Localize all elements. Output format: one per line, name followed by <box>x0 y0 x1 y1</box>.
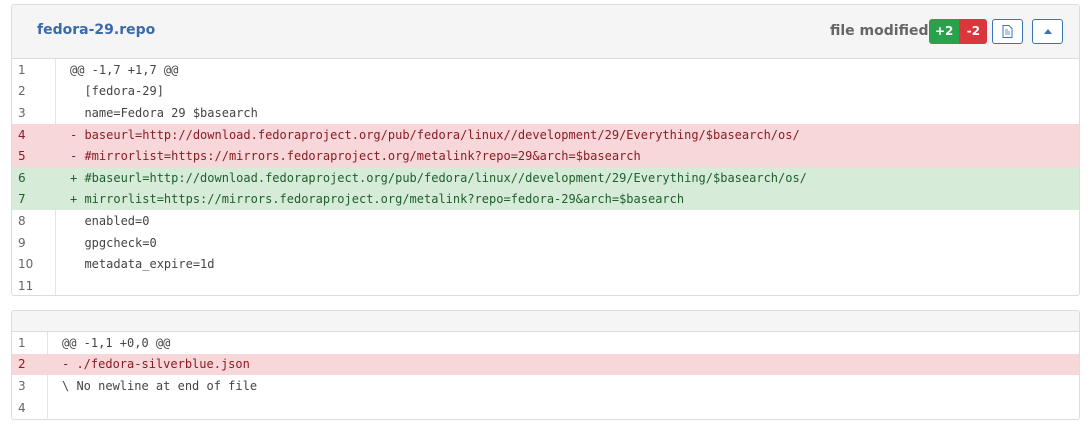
diff-line-ctx: 3 \ No newline at end of file <box>12 375 1079 397</box>
line-code: + #baseurl=http://download.fedoraproject… <box>70 170 807 185</box>
line-number: 1 <box>12 332 48 354</box>
file-diff-second: 1 @@ -1,1 +0,0 @@ 2 - ./fedora-silverblue.j… <box>11 310 1080 420</box>
diff-line-add: 6 + #baseurl=http://download.fedoraprojec… <box>12 166 1079 189</box>
diff-line-hunk: 1 @@ -1,7 +1,7 @@ <box>12 59 1079 81</box>
file-name-link[interactable]: fedora-29.repo <box>37 22 155 38</box>
line-number: 7 <box>18 192 26 207</box>
line-number: 8 <box>12 210 56 232</box>
line-code: enabled=0 <box>70 213 150 228</box>
line-number: 2 <box>12 80 56 103</box>
view-raw-button[interactable] <box>992 19 1023 44</box>
diff-line-del: 4 - baseurl=http://download.fedoraproject… <box>12 123 1079 146</box>
diff-line-ctx: 10 metadata_expire=1d <box>12 253 1079 275</box>
document-icon <box>1002 25 1013 38</box>
diff-lines: 1 @@ -1,1 +0,0 @@ 2 - ./fedora-silverblue.j… <box>12 332 1079 419</box>
line-number: 4 <box>18 127 26 142</box>
diff-line-ctx: 4 <box>12 396 1079 419</box>
line-number: 11 <box>12 274 56 295</box>
diff-line-del: 5 - #mirrorlist=https://mirrors.fedorapro… <box>12 145 1079 167</box>
line-number: 3 <box>12 102 56 124</box>
line-code: name=Fedora 29 $basearch <box>70 105 258 120</box>
diff-line-ctx: 11 <box>12 274 1079 295</box>
line-number: 5 <box>18 149 26 164</box>
line-code: [fedora-29] <box>70 84 164 99</box>
line-code: + mirrorlist=https://mirrors.fedoraproje… <box>70 192 685 207</box>
line-code: gpgcheck=0 <box>70 235 157 250</box>
file-diff-fedora-29-repo: fedora-29.repo file modified +2 -2 1 @@ -… <box>11 4 1080 296</box>
diff-line-ctx: 8 enabled=0 <box>12 210 1079 232</box>
file-status-label: file modified <box>830 23 929 39</box>
line-number: 4 <box>12 396 48 419</box>
file-diff-header: fedora-29.repo file modified +2 -2 <box>12 5 1079 59</box>
line-number: 1 <box>12 59 56 81</box>
diff-line-hunk: 1 @@ -1,1 +0,0 @@ <box>12 332 1079 354</box>
file-diff-header <box>12 311 1079 332</box>
diff-line-del: 2 - ./fedora-silverblue.json <box>12 353 1079 376</box>
line-number: 9 <box>12 231 56 254</box>
collapse-button[interactable] <box>1032 19 1063 44</box>
line-code: \ No newline at end of file <box>62 378 258 393</box>
deletions-badge: -2 <box>959 19 988 44</box>
diff-line-add: 7 + mirrorlist=https://mirrors.fedoraproj… <box>12 188 1079 211</box>
line-code: - ./fedora-silverblue.json <box>62 357 250 372</box>
line-code: @@ -1,1 +0,0 @@ <box>62 335 171 350</box>
diff-line-ctx: 9 gpgcheck=0 <box>12 231 1079 254</box>
line-code: - baseurl=http://download.fedoraproject.… <box>70 127 800 142</box>
line-number: 2 <box>18 357 26 372</box>
line-code: - #mirrorlist=https://mirrors.fedoraproj… <box>70 149 641 164</box>
caret-up-icon <box>1043 29 1052 34</box>
diff-line-ctx: 3 name=Fedora 29 $basearch <box>12 102 1079 124</box>
diff-line-ctx: 2 [fedora-29] <box>12 80 1079 103</box>
line-code: @@ -1,7 +1,7 @@ <box>70 62 179 77</box>
change-count-badges: +2 -2 <box>929 19 988 44</box>
line-number: 3 <box>12 375 48 397</box>
line-number: 10 <box>12 253 56 275</box>
line-number: 6 <box>18 170 26 185</box>
diff-lines: 1 @@ -1,7 +1,7 @@ 2 [fedora-29] 3 name=Fedo… <box>12 59 1079 295</box>
line-code: metadata_expire=1d <box>70 257 215 272</box>
additions-badge: +2 <box>929 19 960 44</box>
